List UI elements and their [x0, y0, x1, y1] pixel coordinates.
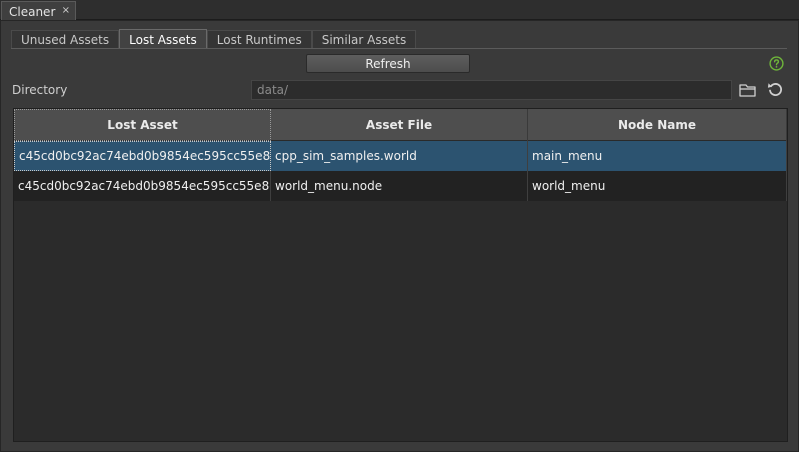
directory-field[interactable] [251, 80, 732, 100]
lost-asset-cell: c45cd0bc92ac74ebd0b9854ec595cc55e8c131b0 [14, 171, 271, 201]
refresh-button[interactable]: Refresh [306, 54, 470, 73]
subtab-bar: Unused Assets Lost Assets Lost Runtimes … [11, 29, 417, 49]
table-row[interactable]: c45cd0bc92ac74ebd0b9854ec595cc55e8c131b0… [14, 141, 787, 171]
tab-lost-runtimes[interactable]: Lost Runtimes [206, 30, 312, 49]
cleaner-window-tab[interactable]: Cleaner × [1, 1, 76, 21]
tab-unused-assets[interactable]: Unused Assets [11, 30, 120, 49]
reset-icon[interactable] [767, 81, 784, 98]
lost-asset-cell: c45cd0bc92ac74ebd0b9854ec595cc55e8c131b0 [14, 141, 271, 171]
node-name-cell: world_menu [528, 171, 787, 201]
directory-label: Directory [12, 83, 68, 97]
close-icon[interactable]: × [62, 5, 70, 16]
panel-tabbar: Cleaner × [0, 0, 799, 21]
table-header: Lost Asset Asset File Node Name [14, 109, 787, 141]
lost-assets-table: Lost Asset Asset File Node Name c45cd0bc… [13, 108, 788, 442]
column-header-asset-file[interactable]: Asset File [271, 109, 528, 141]
tab-similar-assets[interactable]: Similar Assets [311, 30, 417, 49]
question-circle-icon[interactable] [769, 56, 784, 71]
column-header-node-name[interactable]: Node Name [528, 109, 787, 141]
folder-icon[interactable] [739, 82, 757, 98]
table-row[interactable]: c45cd0bc92ac74ebd0b9854ec595cc55e8c131b0… [14, 171, 787, 201]
tab-divider [11, 48, 787, 49]
window-title: Cleaner [9, 4, 56, 19]
node-name-cell: main_menu [528, 141, 787, 171]
asset-file-cell: world_menu.node [271, 171, 528, 201]
asset-file-cell: cpp_sim_samples.world [271, 141, 528, 171]
tab-lost-assets[interactable]: Lost Assets [119, 29, 207, 49]
column-header-lost-asset[interactable]: Lost Asset [14, 109, 271, 141]
cleaner-panel: Unused Assets Lost Assets Lost Runtimes … [0, 20, 799, 452]
